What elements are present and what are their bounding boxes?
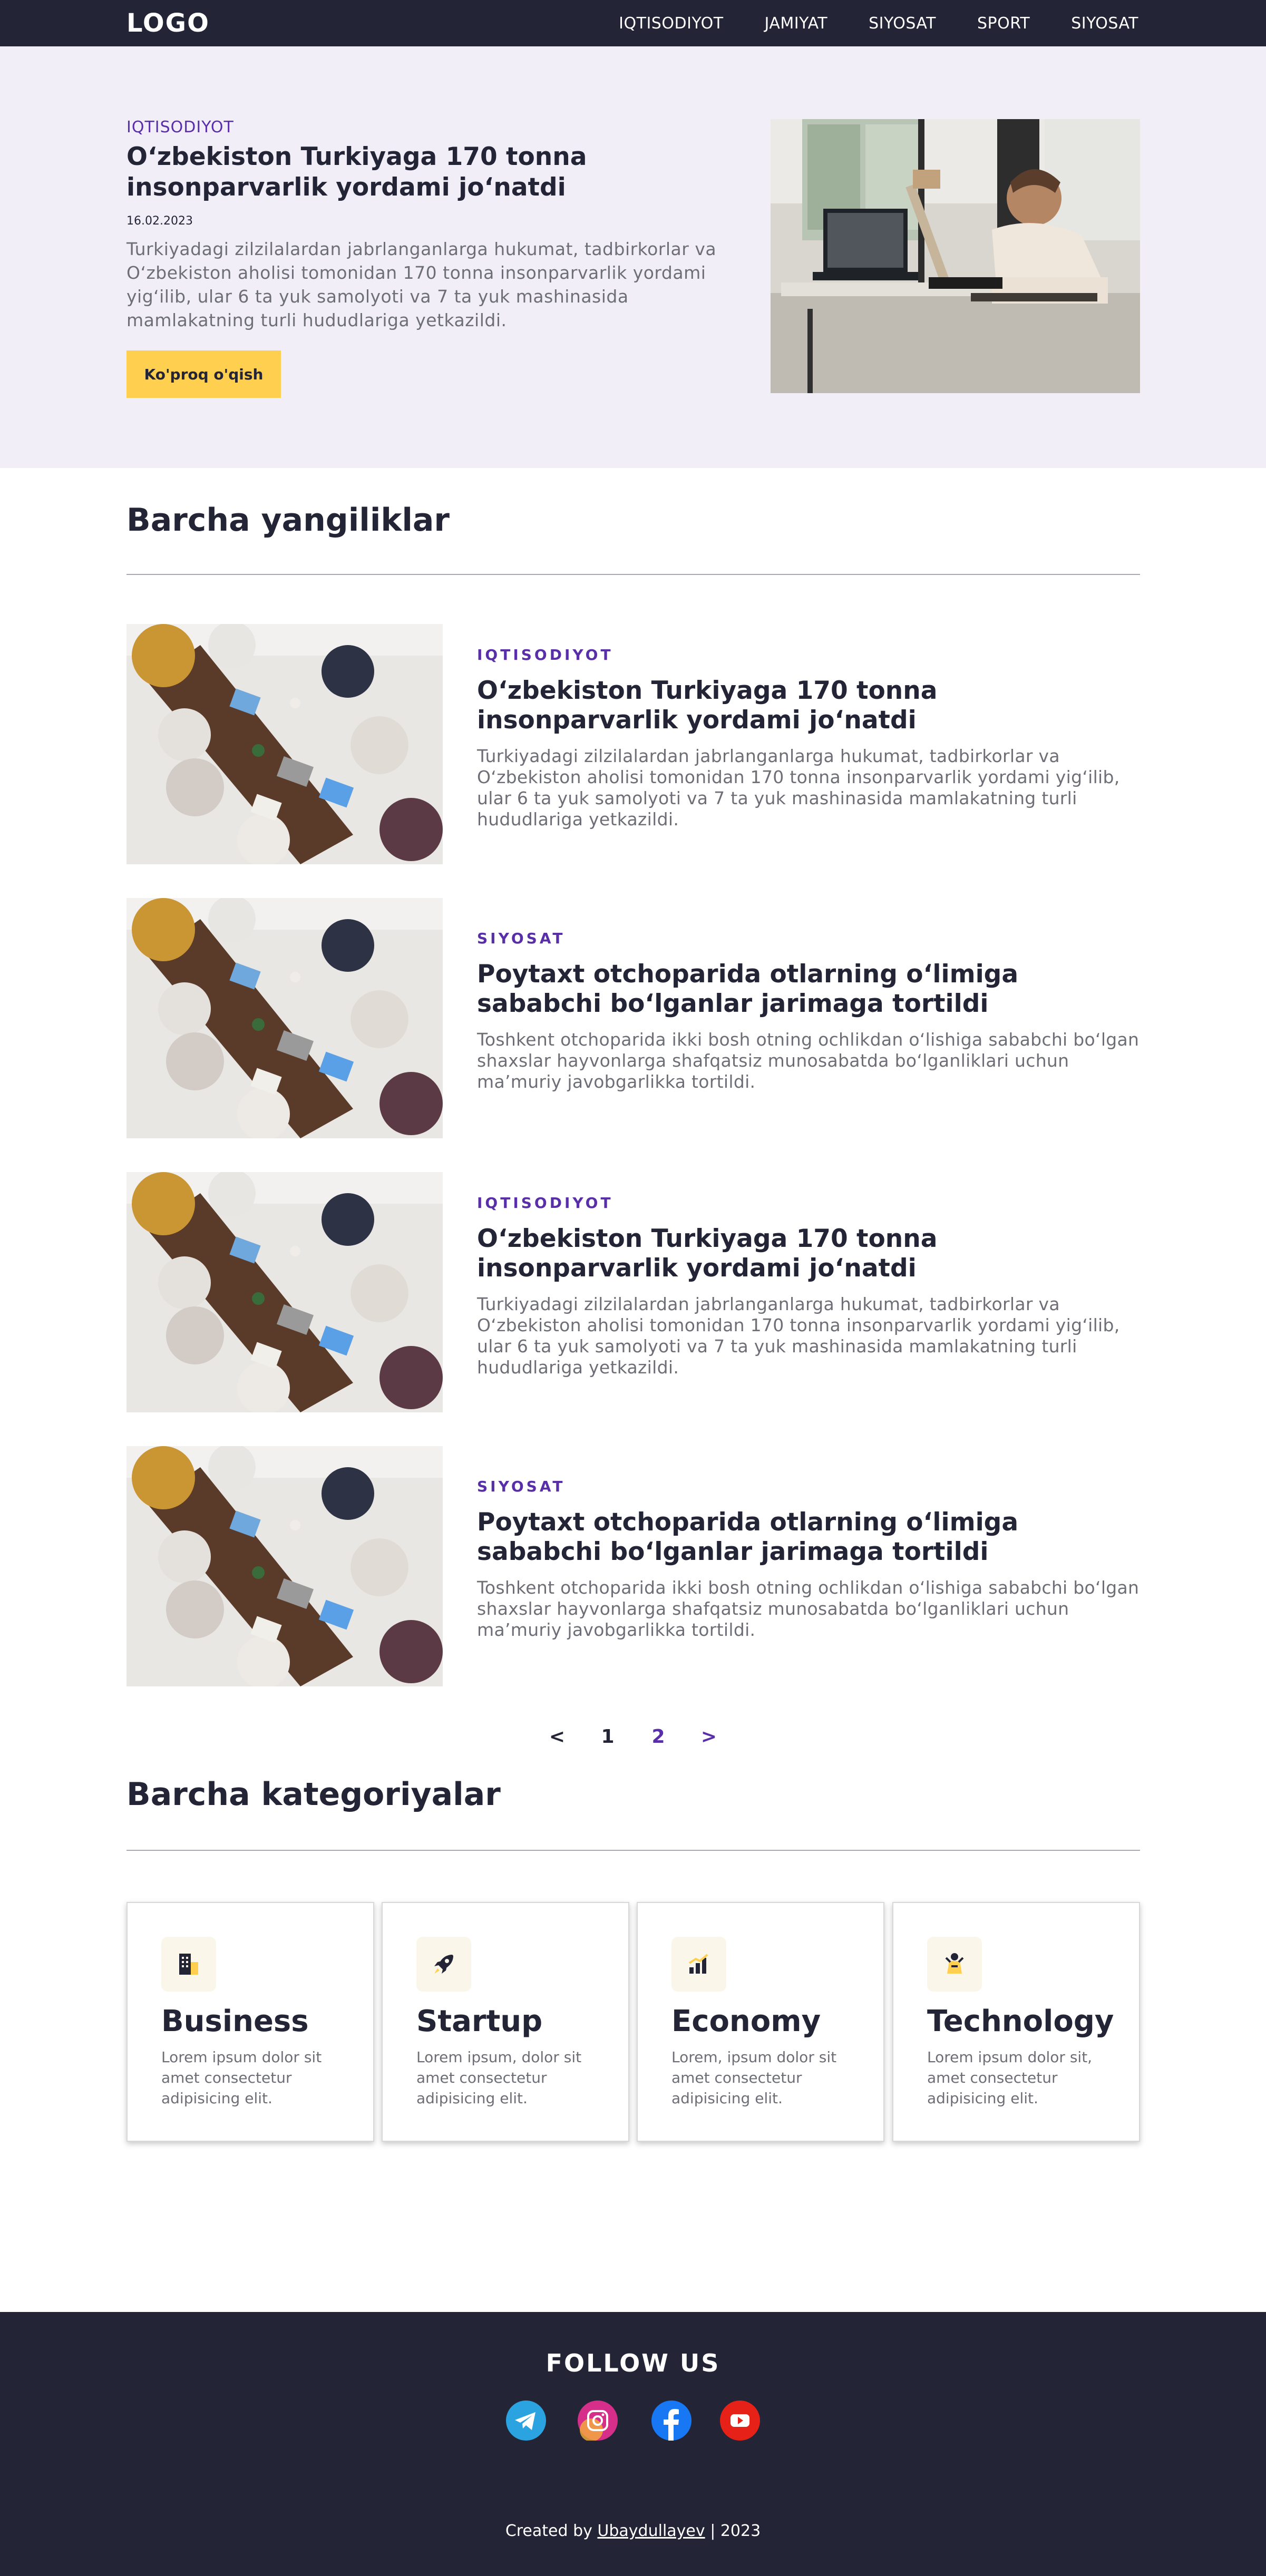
- telegram-icon[interactable]: [506, 2401, 546, 2441]
- news-category[interactable]: SIYOSAT: [477, 1478, 1140, 1495]
- category-title: Economy: [671, 2004, 821, 2038]
- nav-link-iqtisodiyot[interactable]: IQTISODIYOT: [619, 14, 723, 33]
- news-image[interactable]: [126, 898, 443, 1138]
- news-title[interactable]: Poytaxt otchoparida otlarning o‘limiga s…: [477, 1508, 1140, 1567]
- hero-image: [771, 119, 1140, 393]
- news-description: Toshkent otchoparida ikki bosh otning oc…: [477, 1577, 1140, 1640]
- category-card-business[interactable]: Business Lorem ipsum dolor sit amet cons…: [126, 1902, 374, 2142]
- logo[interactable]: LOGO: [126, 8, 210, 38]
- rocket-icon: [416, 1937, 471, 1992]
- category-title: Startup: [416, 2004, 543, 2038]
- news-title[interactable]: Poytaxt otchoparida otlarning o‘limiga s…: [477, 960, 1140, 1019]
- footer-credit: Created by Ubaydullayev | 2023: [0, 2522, 1266, 2540]
- news-body: SIYOSAT Poytaxt otchoparida otlarning o‘…: [477, 930, 1140, 1092]
- hero-category[interactable]: IQTISODIYOT: [126, 118, 738, 136]
- pagination-page-1[interactable]: 1: [599, 1726, 617, 1748]
- category-card-startup[interactable]: Startup Lorem ipsum, dolor sit amet cons…: [382, 1902, 629, 2142]
- technology-icon: [927, 1937, 982, 1992]
- category-description: Lorem ipsum dolor sit amet consectetur a…: [161, 2048, 322, 2107]
- business-icon: [161, 1937, 216, 1992]
- instagram-icon[interactable]: [578, 2401, 618, 2442]
- pagination-prev-button[interactable]: <: [548, 1726, 566, 1748]
- news-item[interactable]: IQTISODIYOT O‘zbekiston Turkiyaga 170 to…: [126, 624, 1140, 864]
- news-image[interactable]: [126, 1446, 443, 1686]
- nav-link-sport[interactable]: SPORT: [977, 14, 1030, 33]
- facebook-icon[interactable]: [651, 2401, 692, 2441]
- category-description: Lorem, ipsum dolor sit amet consectetur …: [671, 2048, 837, 2107]
- hero-date: 16.02.2023: [126, 214, 193, 228]
- category-card-economy[interactable]: Economy Lorem, ipsum dolor sit amet cons…: [637, 1902, 884, 2142]
- credit-author-link[interactable]: Ubaydullayev: [597, 2522, 705, 2540]
- follow-us-title: FOLLOW US: [546, 2349, 720, 2377]
- news-title[interactable]: O‘zbekiston Turkiyaga 170 tonna insonpar…: [477, 1224, 1140, 1283]
- news-section-title: Barcha yangiliklar: [126, 502, 450, 539]
- news-description: Turkiyadagi zilzilalardan jabrlanganlarg…: [477, 1294, 1120, 1378]
- hero-section: IQTISODIYOT O‘zbekiston Turkiyaga 170 to…: [0, 46, 1266, 468]
- news-body: IQTISODIYOT O‘zbekiston Turkiyaga 170 to…: [477, 646, 1140, 830]
- news-body: IQTISODIYOT O‘zbekiston Turkiyaga 170 to…: [477, 1194, 1140, 1378]
- news-category[interactable]: IQTISODIYOT: [477, 646, 1140, 663]
- category-description: Lorem ipsum, dolor sit amet consectetur …: [416, 2048, 582, 2107]
- pagination: < 1 2 >: [0, 1721, 1266, 1752]
- pagination-page-2[interactable]: 2: [649, 1726, 667, 1748]
- news-item[interactable]: IQTISODIYOT O‘zbekiston Turkiyaga 170 to…: [126, 1172, 1140, 1412]
- news-description: Toshkent otchoparida ikki bosh otning oc…: [477, 1029, 1140, 1092]
- news-image[interactable]: [126, 624, 443, 864]
- news-item[interactable]: SIYOSAT Poytaxt otchoparida otlarning o‘…: [126, 898, 1140, 1138]
- bar-chart-icon: [671, 1937, 726, 1992]
- hero-description: Turkiyadagi zilzilalardan jabrlanganlarg…: [126, 239, 717, 330]
- news-title[interactable]: O‘zbekiston Turkiyaga 170 tonna insonpar…: [477, 676, 1140, 735]
- pagination-next-button[interactable]: >: [700, 1726, 718, 1748]
- category-title: Business: [161, 2004, 309, 2038]
- news-image[interactable]: [126, 1172, 443, 1412]
- category-description: Lorem ipsum dolor sit, amet consectetur …: [927, 2048, 1093, 2107]
- credit-prefix: Created by: [505, 2522, 592, 2540]
- nav-link-jamiyat[interactable]: JAMIYAT: [765, 14, 828, 33]
- read-more-button[interactable]: Ko'proq o'qish: [126, 350, 281, 398]
- footer: FOLLOW US Created by Ubaydullayev | 2023: [0, 2312, 1266, 2576]
- hero-text: IQTISODIYOT O‘zbekiston Turkiyaga 170 to…: [126, 118, 738, 332]
- credit-suffix: | 2023: [710, 2522, 761, 2540]
- hero-title[interactable]: O‘zbekiston Turkiyaga 170 tonna insonpar…: [126, 142, 738, 203]
- news-item[interactable]: SIYOSAT Poytaxt otchoparida otlarning o‘…: [126, 1446, 1140, 1686]
- news-section-divider: [126, 574, 1140, 575]
- category-title: Technology: [927, 2004, 1114, 2038]
- news-category[interactable]: IQTISODIYOT: [477, 1194, 1140, 1212]
- youtube-icon[interactable]: [720, 2401, 760, 2441]
- news-description: Turkiyadagi zilzilalardan jabrlanganlarg…: [477, 746, 1120, 830]
- news-body: SIYOSAT Poytaxt otchoparida otlarning o‘…: [477, 1478, 1140, 1641]
- nav-links: IQTISODIYOT JAMIYAT SIYOSAT SPORT SIYOSA…: [619, 0, 1138, 46]
- navbar: LOGO IQTISODIYOT JAMIYAT SIYOSAT SPORT S…: [0, 0, 1266, 46]
- category-card-technology[interactable]: Technology Lorem ipsum dolor sit, amet c…: [892, 1902, 1140, 2142]
- categories-section-title: Barcha kategoriyalar: [126, 1776, 501, 1813]
- categories-section-divider: [126, 1850, 1140, 1851]
- news-category[interactable]: SIYOSAT: [477, 930, 1140, 947]
- nav-link-siyosat[interactable]: SIYOSAT: [869, 14, 936, 33]
- social-links: [506, 2401, 760, 2443]
- nav-link-siyosat-2[interactable]: SIYOSAT: [1071, 14, 1138, 33]
